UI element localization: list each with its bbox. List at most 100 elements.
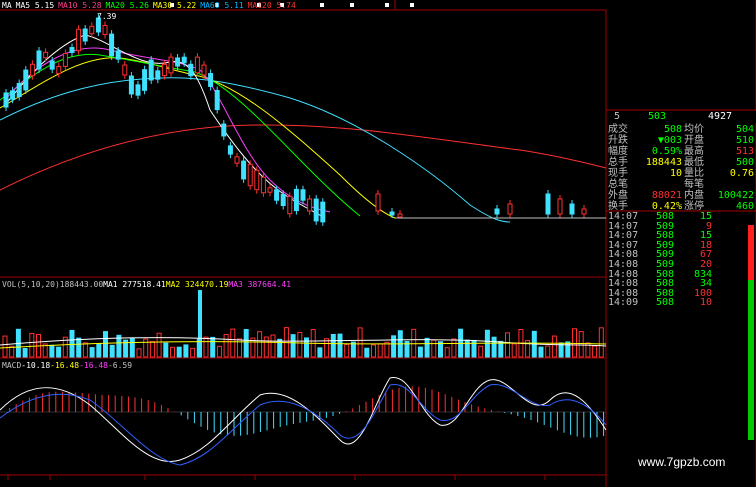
quote-row: 总笔 每笔 — [606, 179, 756, 190]
volume-bar — [451, 338, 457, 358]
volume-spike — [198, 290, 202, 357]
volume-bar — [29, 332, 35, 358]
macd-legend: MACD-10.18-16.48-16.48-6.59 — [2, 361, 132, 370]
volume-bar — [210, 336, 216, 358]
volume-bar — [431, 339, 437, 358]
volume-bar — [290, 334, 296, 358]
volume-bar — [89, 347, 95, 358]
candle-body — [115, 50, 121, 60]
candle-body — [254, 169, 260, 191]
ma-legend-item: MA20 5.26 — [105, 1, 149, 10]
volume-bar — [417, 346, 423, 358]
quote-row: 外盘 88021 内盘 100422 — [606, 190, 756, 201]
volume-bar — [598, 327, 604, 358]
candle-body — [545, 193, 551, 215]
quote-row: 总手 188443 最低 500 — [606, 157, 756, 168]
volume-bar — [337, 333, 343, 358]
volume-bar — [491, 336, 497, 358]
macd-legend-item: -16.48 — [50, 361, 80, 370]
candle-body — [128, 75, 134, 95]
candle-body — [122, 64, 128, 76]
quote-label: 最高 — [684, 146, 704, 157]
volume-legend-item: MA3 387664.41 — [228, 280, 292, 289]
macd-dea-line — [0, 384, 607, 466]
candle-body — [142, 69, 148, 91]
ma-legend-item: MA — [2, 1, 12, 10]
side-volume-gauge-fill-green — [748, 280, 754, 440]
volume-bar — [478, 345, 484, 358]
candle-body — [3, 92, 9, 108]
candle-body — [280, 193, 286, 207]
trade-time: 14:09 — [608, 297, 639, 309]
volume-bar — [190, 347, 196, 358]
volume-bar — [578, 331, 584, 358]
candle-body — [102, 24, 108, 36]
volume-bar — [82, 342, 88, 358]
volume-bar — [136, 348, 142, 358]
top-marker — [385, 3, 389, 7]
candle-body — [161, 63, 167, 77]
quote-label: 量比 — [684, 168, 704, 179]
ma-legend-item: MA5 5.15 — [15, 1, 55, 10]
candle-body — [109, 33, 115, 57]
quote-value: 500 — [735, 157, 754, 168]
candle-body — [260, 176, 266, 194]
volume-bar — [344, 344, 350, 358]
volume-bar — [545, 345, 551, 358]
volume-bar — [391, 335, 397, 358]
quote-value: 100422 — [717, 190, 754, 201]
volume-bar — [324, 338, 330, 358]
candle-body — [148, 59, 154, 81]
volume-bar — [270, 334, 276, 358]
ma-legend-item: MA60 5.11 — [200, 1, 244, 10]
trade-volume: 10 — [699, 297, 712, 309]
quote-label: 最低 — [684, 157, 704, 168]
volume-bar — [371, 344, 376, 358]
candle-body — [320, 201, 326, 223]
candle-body — [241, 160, 247, 180]
trade-row: 14:09 508 10 — [606, 298, 756, 308]
volume-bar — [257, 331, 263, 358]
macd-legend-item: MACD — [2, 361, 22, 370]
volume-bar — [592, 345, 598, 358]
volume-legend-item: VOL(5,10,20) — [2, 280, 60, 289]
quote-value: 88021 — [651, 190, 682, 201]
volume-bar — [377, 343, 383, 358]
candle-body — [201, 64, 207, 76]
candle-body — [135, 84, 141, 96]
candle-body — [214, 89, 220, 111]
volume-bar — [364, 347, 370, 358]
ma20-line — [0, 53, 361, 217]
volume-bar — [176, 346, 182, 358]
quote-label: 总笔 — [608, 179, 628, 190]
candle-body — [181, 56, 187, 64]
quote-value: 0.59% — [651, 146, 682, 157]
quote-value: 513 — [735, 146, 754, 157]
candle-body — [274, 189, 280, 201]
ma-legend: MA MA5 5.15 MA10 5.28 MA20 5.26 MA30 5.22 MA6… — [2, 1, 300, 10]
volume-bar — [297, 331, 303, 358]
quote-label: 幅度 — [608, 146, 628, 157]
candle-body — [188, 63, 194, 77]
quote-header-left: 5 — [614, 111, 621, 122]
candle-body — [175, 57, 181, 67]
quote-header-mid: 503 — [648, 111, 667, 122]
volume-bar — [498, 340, 504, 358]
quote-row: 现手 10 量比 0.76 — [606, 168, 756, 179]
candle-body — [507, 203, 513, 215]
quote-value: 504 — [735, 124, 754, 135]
trade-price: 508 — [656, 297, 675, 309]
volume-bar — [511, 343, 517, 358]
quote-header: 5 503 4927 — [608, 111, 756, 123]
candle-body — [49, 60, 55, 70]
candle-body — [56, 66, 62, 74]
volume-legend-item: MA2 324470.19 — [165, 280, 229, 289]
quote-row: 成交 508 均价 504 — [606, 124, 756, 135]
side-volume-gauge-fill-red — [748, 225, 754, 280]
candle-body — [287, 195, 293, 215]
macd-legend-item: -16.48 — [79, 361, 108, 370]
volume-bar — [76, 337, 82, 358]
ma-legend-item: MA10 5.28 — [58, 1, 102, 10]
candle-body — [194, 56, 200, 74]
candle-body — [293, 188, 299, 212]
